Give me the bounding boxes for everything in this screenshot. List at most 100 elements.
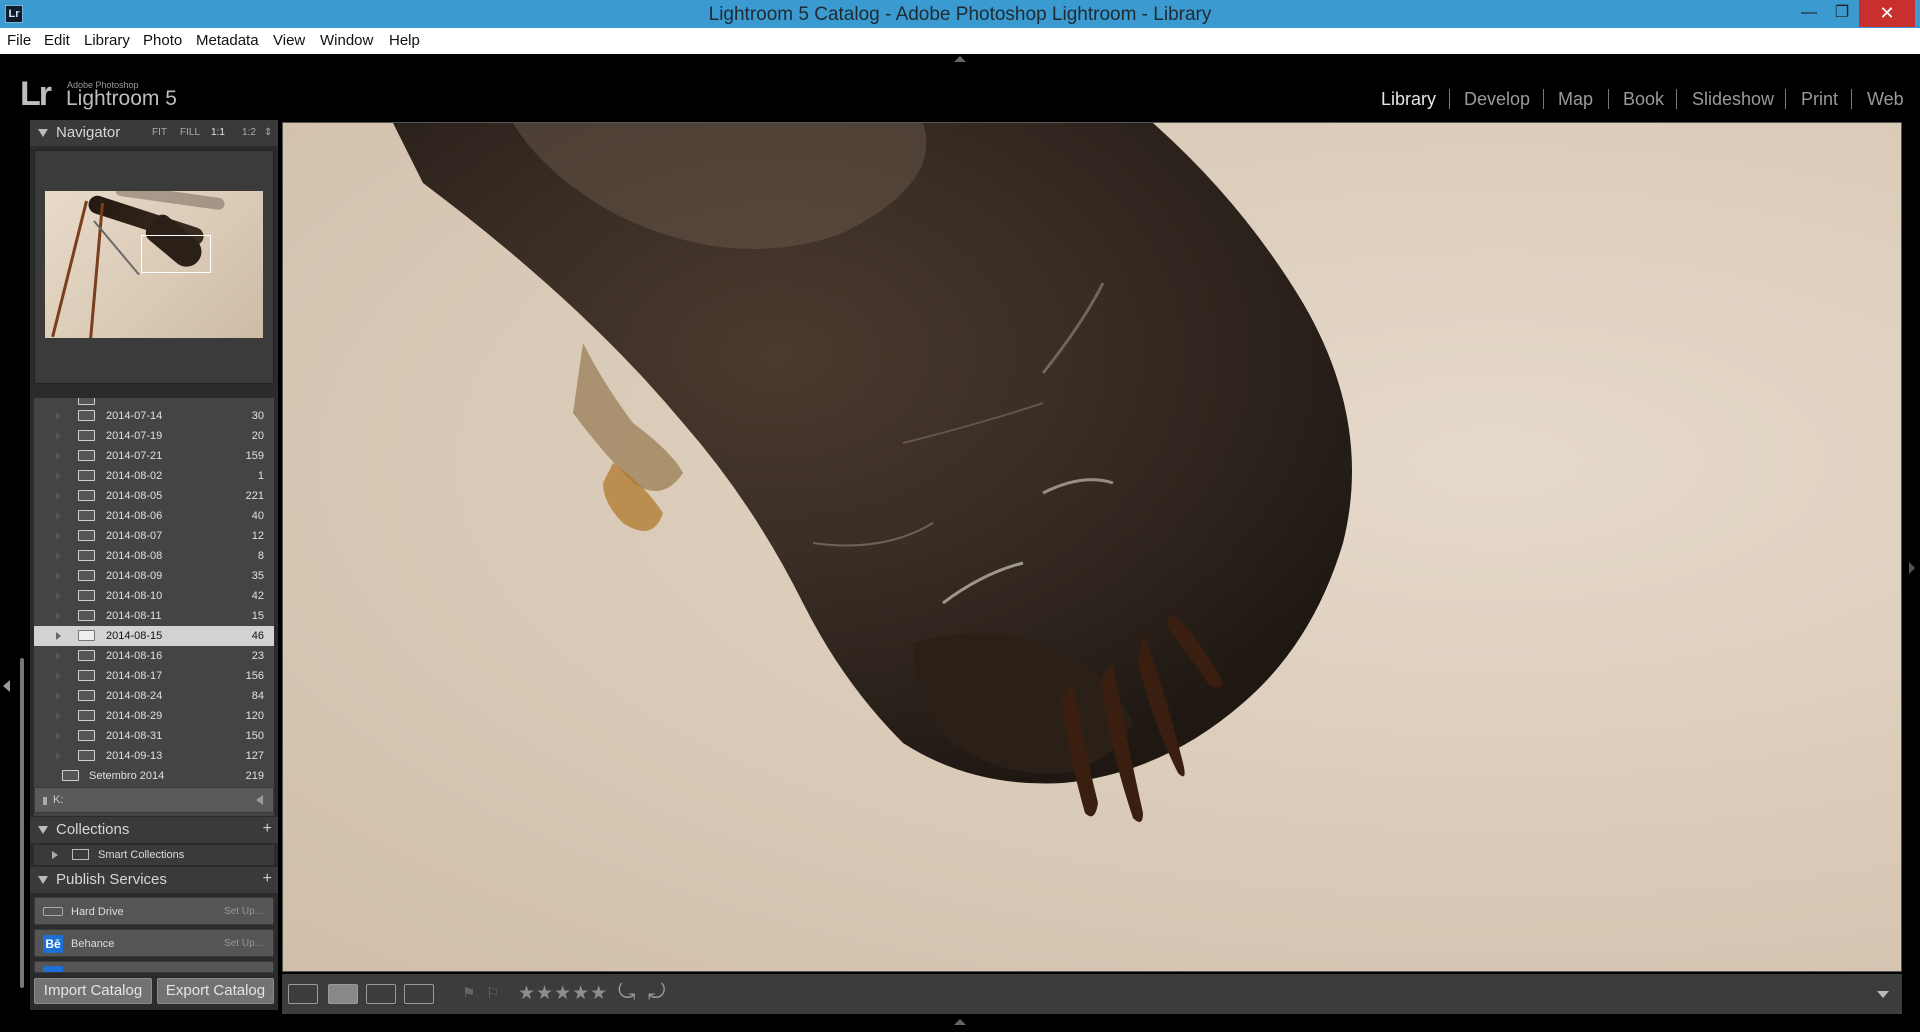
folder-row[interactable]: 2014-07-19 20 xyxy=(34,426,274,446)
service-setup-link[interactable]: Set Up... xyxy=(224,930,263,958)
collections-header[interactable]: Collections + xyxy=(30,817,278,843)
menu-help[interactable]: Help xyxy=(389,28,420,54)
module-web[interactable]: Web xyxy=(1867,87,1904,111)
menu-library[interactable]: Library xyxy=(84,28,130,54)
zoom-fit[interactable]: FIT xyxy=(152,120,167,146)
volume-collapse-icon[interactable] xyxy=(256,795,263,805)
expand-triangle-icon[interactable] xyxy=(56,472,61,480)
grid-view-icon[interactable] xyxy=(288,984,318,1004)
expand-triangle-icon[interactable] xyxy=(56,592,61,600)
module-map[interactable]: Map xyxy=(1558,87,1593,111)
publish-services-header[interactable]: Publish Services + xyxy=(30,867,278,893)
publish-service-hard-drive[interactable]: Hard Drive Set Up... xyxy=(34,897,274,925)
folder-row-selected[interactable]: 2014-08-15 46 xyxy=(34,626,274,646)
folder-row[interactable]: 2014-07-21 159 xyxy=(34,446,274,466)
module-print[interactable]: Print xyxy=(1801,87,1838,111)
flag-pick-icon[interactable]: ⚑ xyxy=(462,984,475,1002)
expand-triangle-icon[interactable] xyxy=(56,692,61,700)
toolbar-content-dropdown-icon[interactable] xyxy=(1877,991,1889,998)
rotate-left-icon[interactable]: ⤿ xyxy=(618,981,636,1005)
add-collection-button[interactable]: + xyxy=(263,820,272,838)
bottom-panel-toggle[interactable] xyxy=(954,1019,966,1025)
service-setup-link[interactable]: Set Up... xyxy=(224,898,263,926)
folder-row[interactable]: 2014-08-24 84 xyxy=(34,686,274,706)
survey-view-icon[interactable] xyxy=(404,984,434,1004)
maximize-button[interactable]: ❐ xyxy=(1825,0,1859,27)
smart-collections-row[interactable]: Smart Collections xyxy=(34,845,274,865)
loupe-view-icon[interactable] xyxy=(328,984,358,1004)
expand-triangle-icon[interactable] xyxy=(56,532,61,540)
minimize-button[interactable]: — xyxy=(1792,0,1826,27)
module-book[interactable]: Book xyxy=(1623,87,1664,111)
folder-row[interactable]: 2014-08-02 1 xyxy=(34,466,274,486)
expand-triangle-icon[interactable] xyxy=(56,752,61,760)
expand-triangle-icon[interactable] xyxy=(56,612,61,620)
expand-triangle-icon[interactable] xyxy=(56,572,61,580)
star-rating[interactable]: ★★★★★ xyxy=(518,982,608,1005)
menu-view[interactable]: View xyxy=(273,28,305,54)
folder-row[interactable]: 2014-08-08 8 xyxy=(34,546,274,566)
zoom-1-2[interactable]: 1:2 xyxy=(242,120,256,146)
publish-service-behance[interactable]: Bē Behance Set Up... xyxy=(34,929,274,957)
expand-triangle-icon[interactable] xyxy=(56,492,61,500)
folder-row[interactable]: 2014-08-05 221 xyxy=(34,486,274,506)
folder-count: 15 xyxy=(251,610,264,622)
menu-photo[interactable]: Photo xyxy=(143,28,182,54)
rotate-right-icon[interactable]: ⤾ xyxy=(648,981,666,1005)
expand-triangle-icon[interactable] xyxy=(56,652,61,660)
publish-service-partial[interactable] xyxy=(34,961,274,973)
top-panel-toggle[interactable] xyxy=(954,56,966,62)
folder-row[interactable]: 2014-08-16 23 xyxy=(34,646,274,666)
expand-triangle-icon[interactable] xyxy=(56,732,61,740)
folder-row[interactable]: 2014-08-31 150 xyxy=(34,726,274,746)
folder-row[interactable]: 2014-08-17 156 xyxy=(34,666,274,686)
loupe-image[interactable] xyxy=(282,122,1902,972)
module-slideshow[interactable]: Slideshow xyxy=(1692,87,1774,111)
navigator-thumbnail[interactable] xyxy=(45,191,263,338)
menu-file[interactable]: File xyxy=(7,28,31,54)
expand-triangle-icon[interactable] xyxy=(56,712,61,720)
left-panel-toggle[interactable] xyxy=(3,680,10,692)
expand-triangle-icon[interactable] xyxy=(56,412,61,420)
folder-row[interactable]: 2014-07-14 30 xyxy=(34,406,274,426)
folder-row-month[interactable]: Setembro 2014 219 xyxy=(34,766,274,786)
folder-row[interactable]: 2014-08-06 40 xyxy=(34,506,274,526)
import-catalog-button[interactable]: Import Catalog xyxy=(34,978,152,1004)
folder-row[interactable]: 2014-08-11 15 xyxy=(34,606,274,626)
compare-view-icon[interactable] xyxy=(366,984,396,1004)
expand-triangle-icon[interactable] xyxy=(56,452,61,460)
folder-row[interactable]: 2014-08-10 42 xyxy=(34,586,274,606)
navigator-preview[interactable] xyxy=(34,150,274,384)
zoom-1-1[interactable]: 1:1 xyxy=(211,120,225,146)
expand-triangle-icon[interactable] xyxy=(56,552,61,560)
menu-window[interactable]: Window xyxy=(320,28,373,54)
expand-triangle-icon[interactable] xyxy=(56,512,61,520)
menu-edit[interactable]: Edit xyxy=(44,28,70,54)
folder-count: 30 xyxy=(251,410,264,422)
folder-icon xyxy=(78,530,95,541)
expand-triangle-icon[interactable] xyxy=(56,672,61,680)
expand-triangle-icon[interactable] xyxy=(56,632,61,640)
menu-metadata[interactable]: Metadata xyxy=(196,28,259,54)
module-develop[interactable]: Develop xyxy=(1464,87,1530,111)
zoom-fill[interactable]: FILL xyxy=(180,120,200,146)
navigator-header[interactable]: Navigator FIT FILL 1:1 1:2 ⇕ xyxy=(30,120,278,146)
navigator-view-frame[interactable] xyxy=(141,235,211,273)
zoom-dropdown-icon[interactable]: ⇕ xyxy=(264,120,272,146)
close-button[interactable]: ✕ xyxy=(1859,0,1915,27)
left-panel-scrollbar[interactable] xyxy=(20,658,24,988)
folder-row[interactable]: 2014-08-07 12 xyxy=(34,526,274,546)
right-panel-toggle[interactable] xyxy=(1909,562,1915,574)
folder-icon xyxy=(78,750,95,761)
folder-name: Setembro 2014 xyxy=(89,770,165,782)
volume-bar[interactable]: K: xyxy=(34,787,274,813)
expand-triangle-icon[interactable] xyxy=(52,851,58,859)
module-library[interactable]: Library xyxy=(1381,87,1436,111)
folder-row[interactable]: 2014-08-29 120 xyxy=(34,706,274,726)
folder-row[interactable]: 2014-09-13 127 xyxy=(34,746,274,766)
expand-triangle-icon[interactable] xyxy=(56,432,61,440)
flag-reject-icon[interactable]: ⚐ xyxy=(486,984,499,1002)
folder-row[interactable]: 2014-08-09 35 xyxy=(34,566,274,586)
export-catalog-button[interactable]: Export Catalog xyxy=(157,978,274,1004)
add-publish-service-button[interactable]: + xyxy=(263,870,272,888)
